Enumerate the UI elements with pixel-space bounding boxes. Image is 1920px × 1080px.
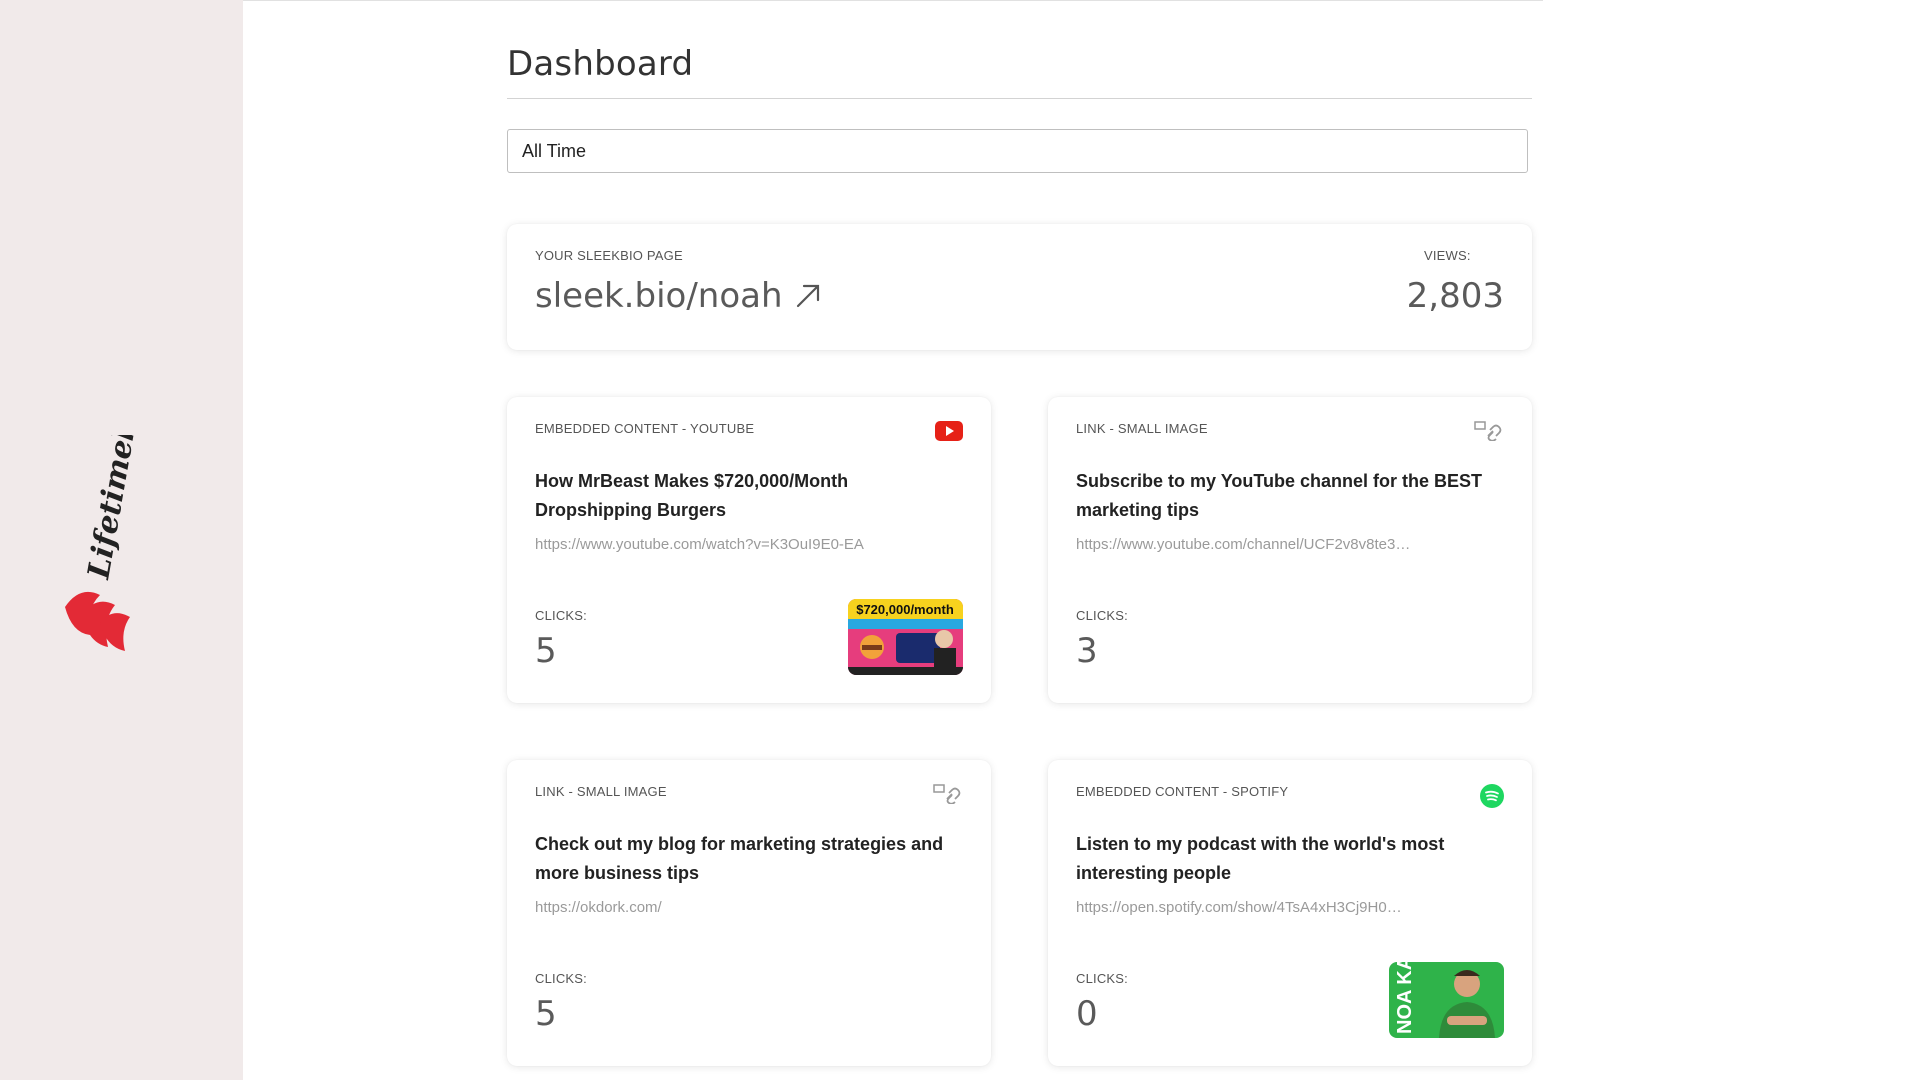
- top-divider: [243, 0, 1543, 1]
- clicks-count: 5: [535, 631, 557, 671]
- item-url[interactable]: https://okdork.com/: [535, 899, 955, 916]
- link-image-icon: [1474, 421, 1504, 446]
- video-thumbnail: $720,000/month: [848, 599, 963, 675]
- youtube-icon: [935, 421, 963, 446]
- item-url[interactable]: https://www.youtube.com/watch?v=K3OuI9E0…: [535, 536, 955, 553]
- content-card-youtube[interactable]: EMBEDDED CONTENT - YOUTUBE How MrBeast M…: [507, 397, 991, 703]
- clicks-caption: CLICKS:: [1076, 608, 1128, 623]
- thumb-caption: $720,000/month: [856, 602, 954, 617]
- page-url-link[interactable]: sleek.bio/noah: [535, 276, 821, 316]
- item-title: How MrBeast Makes $720,000/Month Dropshi…: [535, 471, 849, 520]
- svg-text:Lifetimebies: Lifetimebies: [81, 435, 140, 582]
- clicks-count: 5: [535, 994, 557, 1034]
- clicks-caption: CLICKS:: [535, 971, 587, 986]
- views-count: 2,803: [1406, 276, 1504, 316]
- link-image-icon: [933, 784, 963, 809]
- item-url[interactable]: https://open.spotify.com/show/4TsA4xH3Cj…: [1076, 899, 1496, 916]
- item-type-label: LINK - SMALL IMAGE: [535, 784, 667, 799]
- page-title: Dashboard: [507, 44, 694, 84]
- title-divider: [507, 98, 1532, 99]
- content-card-spotify[interactable]: EMBEDDED CONTENT - SPOTIFY Listen to my …: [1048, 760, 1532, 1066]
- page-url-text: sleek.bio/noah: [535, 276, 783, 316]
- item-title: Check out my blog for marketing strategi…: [535, 834, 944, 883]
- spotify-icon: [1480, 784, 1504, 813]
- date-range-select[interactable]: All Time: [507, 129, 1528, 173]
- clicks-count: 0: [1076, 994, 1098, 1034]
- item-type-label: LINK - SMALL IMAGE: [1076, 421, 1208, 436]
- content-card-link[interactable]: LINK - SMALL IMAGE Check out my blog for…: [507, 760, 991, 1066]
- views-caption: VIEWS:: [1424, 248, 1471, 263]
- item-type-label: EMBEDDED CONTENT - YOUTUBE: [535, 421, 755, 436]
- item-url[interactable]: https://www.youtube.com/channel/UCF2v8v8…: [1076, 536, 1496, 553]
- clicks-count: 3: [1076, 631, 1098, 671]
- podcast-cover: NOA KAGA: [1389, 962, 1504, 1038]
- brand-logo: Lifetimebies: [60, 435, 140, 655]
- brand-logo-mark: Lifetimebies: [65, 435, 140, 651]
- item-title: Subscribe to my YouTube channel for the …: [1076, 471, 1483, 520]
- page-overview-card: YOUR SLEEKBIO PAGE sleek.bio/noah VIEWS:…: [507, 224, 1532, 350]
- date-range-value: All Time: [522, 140, 587, 161]
- clicks-caption: CLICKS:: [535, 608, 587, 623]
- content-card-link[interactable]: LINK - SMALL IMAGE Subscribe to my YouTu…: [1048, 397, 1532, 703]
- clicks-caption: CLICKS:: [1076, 971, 1128, 986]
- left-brand-band: Lifetimebies: [0, 0, 243, 1080]
- item-title: Listen to my podcast with the world's mo…: [1076, 834, 1445, 883]
- cover-text: NOA KAGA: [1394, 962, 1416, 1034]
- page-caption: YOUR SLEEKBIO PAGE: [535, 248, 683, 263]
- external-arrow-icon: [795, 283, 821, 309]
- item-type-label: EMBEDDED CONTENT - SPOTIFY: [1076, 784, 1289, 799]
